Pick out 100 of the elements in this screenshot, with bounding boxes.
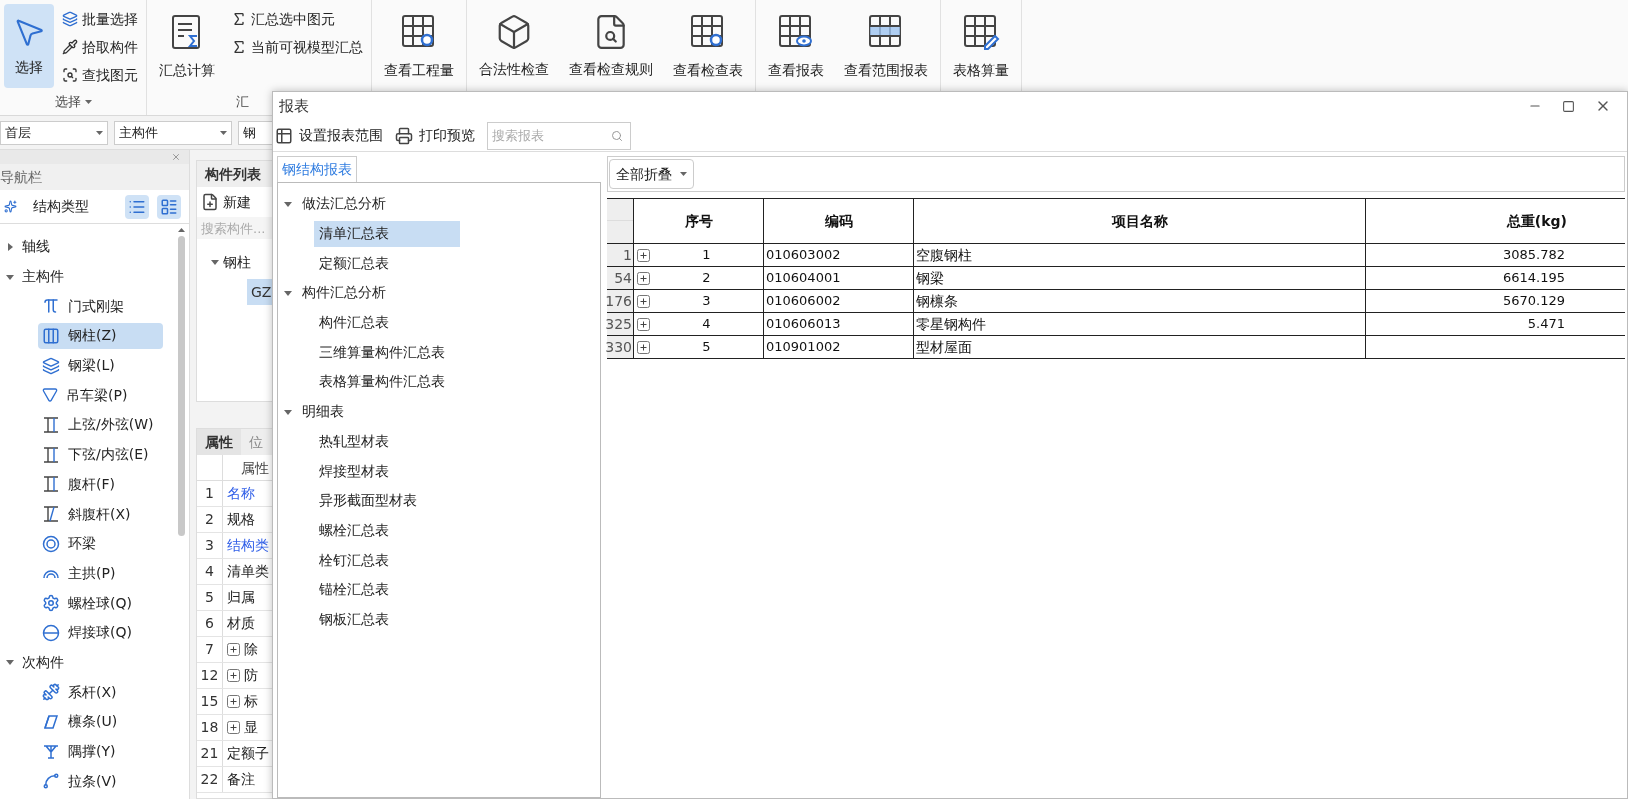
tree-group[interactable]: 做法汇总分析 — [302, 193, 386, 215]
report-tree-item[interactable]: 栓钉汇总表 — [314, 547, 460, 574]
toolbar-button[interactable]: 设置报表范围 — [275, 125, 383, 146]
row-number: 2 — [197, 507, 223, 532]
printer-icon — [395, 126, 413, 145]
ribbon-button[interactable]: 查看工程量 — [376, 4, 462, 88]
ribbon-button[interactable]: 合法性检查 — [471, 4, 557, 88]
expanded-arrow-icon[interactable] — [284, 288, 292, 297]
group-label: 选择 — [54, 93, 81, 112]
expand-plus-icon[interactable] — [637, 317, 650, 331]
floor-dropdown[interactable]: 主构件 — [114, 120, 232, 145]
expanded-arrow-icon[interactable] — [6, 272, 14, 281]
layers-icon — [42, 356, 60, 375]
tree-group[interactable]: 轴线 — [22, 236, 50, 258]
ribbon-small-button[interactable]: 批量选择 — [58, 6, 142, 32]
tree-item[interactable]: 钢柱(Z) — [38, 322, 163, 349]
column-icon — [42, 326, 60, 345]
tree-item[interactable]: 斜腹杆(X) — [38, 501, 163, 528]
search-field[interactable]: 搜索报表 — [487, 121, 631, 150]
tree-item[interactable]: 螺栓球(Q) — [38, 590, 163, 617]
table-cell: 010603002 — [763, 244, 913, 266]
detail-view-button[interactable] — [157, 194, 181, 219]
tree-group[interactable]: 主构件 — [22, 266, 64, 288]
report-tree-item[interactable]: 钢板汇总表 — [314, 606, 460, 633]
tree-group[interactable]: 钢柱 — [223, 251, 251, 273]
sigma-icon — [231, 39, 247, 55]
tree-item[interactable]: 主拱(P) — [38, 560, 163, 587]
ribbon-button[interactable]: 查看范围报表 — [836, 4, 936, 88]
toolbar-button[interactable]: 打印预览 — [395, 125, 475, 146]
ribbon-small-button[interactable]: 汇总选中图元 — [227, 6, 367, 32]
expand-plus-icon[interactable] — [637, 294, 650, 308]
tree-group[interactable]: 构件汇总分析 — [302, 282, 386, 304]
new-button[interactable]: 新建 — [201, 191, 251, 213]
tree-item[interactable]: 系杆(X) — [38, 679, 163, 706]
report-tree-item[interactable]: 锚栓汇总表 — [314, 576, 460, 603]
expand-plus-icon[interactable] — [227, 695, 240, 708]
scroll-up-arrow-icon[interactable] — [177, 228, 185, 232]
report-tree-item[interactable]: 热轧型材表 — [314, 428, 460, 455]
ribbon-button[interactable]: 汇总计算 — [151, 4, 223, 88]
dropdown-caret-icon — [220, 130, 227, 135]
tree-item[interactable]: 拉条(V) — [38, 768, 163, 795]
expanded-arrow-icon[interactable] — [211, 258, 219, 266]
report-tree-item[interactable]: 构件汇总表 — [314, 309, 460, 336]
tree-item[interactable]: 钢梁(L) — [38, 352, 163, 379]
window-title: 报表 — [279, 95, 310, 117]
collapsed-arrow-icon[interactable] — [6, 242, 14, 251]
table-icon — [275, 126, 293, 145]
expand-plus-icon[interactable] — [227, 669, 240, 682]
scan-search-icon — [62, 67, 78, 83]
table-cell-text: 2 — [701, 269, 712, 288]
panel-tab[interactable]: 属性 — [197, 429, 241, 455]
ribbon-button[interactable]: 查看检查表 — [665, 4, 751, 88]
report-tree-item[interactable]: 焊接型材表 — [314, 458, 460, 485]
expanded-arrow-icon[interactable] — [284, 407, 292, 416]
table-cell: 钢檩条 — [913, 290, 1365, 312]
ribbon-button[interactable]: 查看报表 — [760, 4, 832, 88]
ribbon-button[interactable]: 选择 — [4, 4, 54, 88]
column-header: 序号 — [633, 199, 763, 243]
report-tree-item[interactable]: 清单汇总表 — [314, 220, 460, 247]
floor-dropdown[interactable]: 首层 — [0, 120, 108, 145]
report-tree-item[interactable]: 异形截面型材表 — [314, 487, 460, 514]
expand-plus-icon[interactable] — [637, 271, 650, 285]
row-number: 5 — [197, 585, 223, 610]
tree-item[interactable]: 下弦/内弦(E) — [38, 441, 163, 468]
ribbon-small-button[interactable]: 拾取构件 — [58, 34, 142, 60]
tree-item[interactable]: 上弦/外弦(W) — [38, 411, 163, 438]
ribbon-small-button[interactable]: 当前可视模型汇总 — [227, 34, 367, 60]
report-tab[interactable]: 钢结构报表 — [277, 156, 357, 182]
report-tree-item[interactable]: 表格算量构件汇总表 — [314, 368, 460, 395]
tree-item[interactable]: 环梁 — [38, 530, 163, 557]
expand-plus-icon[interactable] — [227, 643, 240, 656]
expand-plus-icon[interactable] — [637, 248, 650, 262]
ribbon-button[interactable]: 查看检查规则 — [561, 4, 661, 88]
report-tree-item[interactable]: 三维算量构件汇总表 — [314, 339, 460, 366]
tree-item[interactable]: 隅撑(Y) — [38, 738, 163, 765]
list-view-button[interactable] — [125, 194, 149, 219]
row-number: 12 — [197, 663, 223, 688]
property-name: 归属 — [227, 588, 255, 607]
ribbon-small-button[interactable]: 查找图元 — [58, 62, 142, 88]
ribbon-button[interactable]: 表格算量 — [945, 4, 1017, 88]
maximize-icon[interactable] — [1562, 99, 1575, 113]
report-tree-item[interactable]: 螺栓汇总表 — [314, 517, 460, 544]
tree-group[interactable]: 明细表 — [302, 401, 344, 423]
expand-plus-icon[interactable] — [227, 721, 240, 734]
report-tree-item[interactable]: 定额汇总表 — [314, 250, 460, 277]
tree-item[interactable]: 焊接球(Q) — [38, 619, 163, 646]
ring-icon — [42, 534, 60, 553]
expanded-arrow-icon[interactable] — [6, 658, 14, 667]
tree-item[interactable]: 门式刚架 — [38, 293, 163, 320]
row-number: 325 — [607, 313, 633, 335]
tree-group[interactable]: 次构件 — [22, 651, 64, 673]
table-cell-text: 3085.782 — [1502, 246, 1565, 265]
table-cell-text: 3 — [701, 292, 712, 311]
tree-item[interactable]: 吊车梁(P) — [38, 382, 163, 409]
table-cell-text: 5.471 — [1527, 315, 1565, 334]
tree-item[interactable]: 腹杆(F) — [38, 471, 163, 498]
expand-plus-icon[interactable] — [637, 340, 650, 354]
collapse-dropdown[interactable]: 全部折叠 — [609, 159, 694, 189]
tree-item[interactable]: 檩条(U) — [38, 708, 163, 735]
expanded-arrow-icon[interactable] — [284, 199, 292, 208]
